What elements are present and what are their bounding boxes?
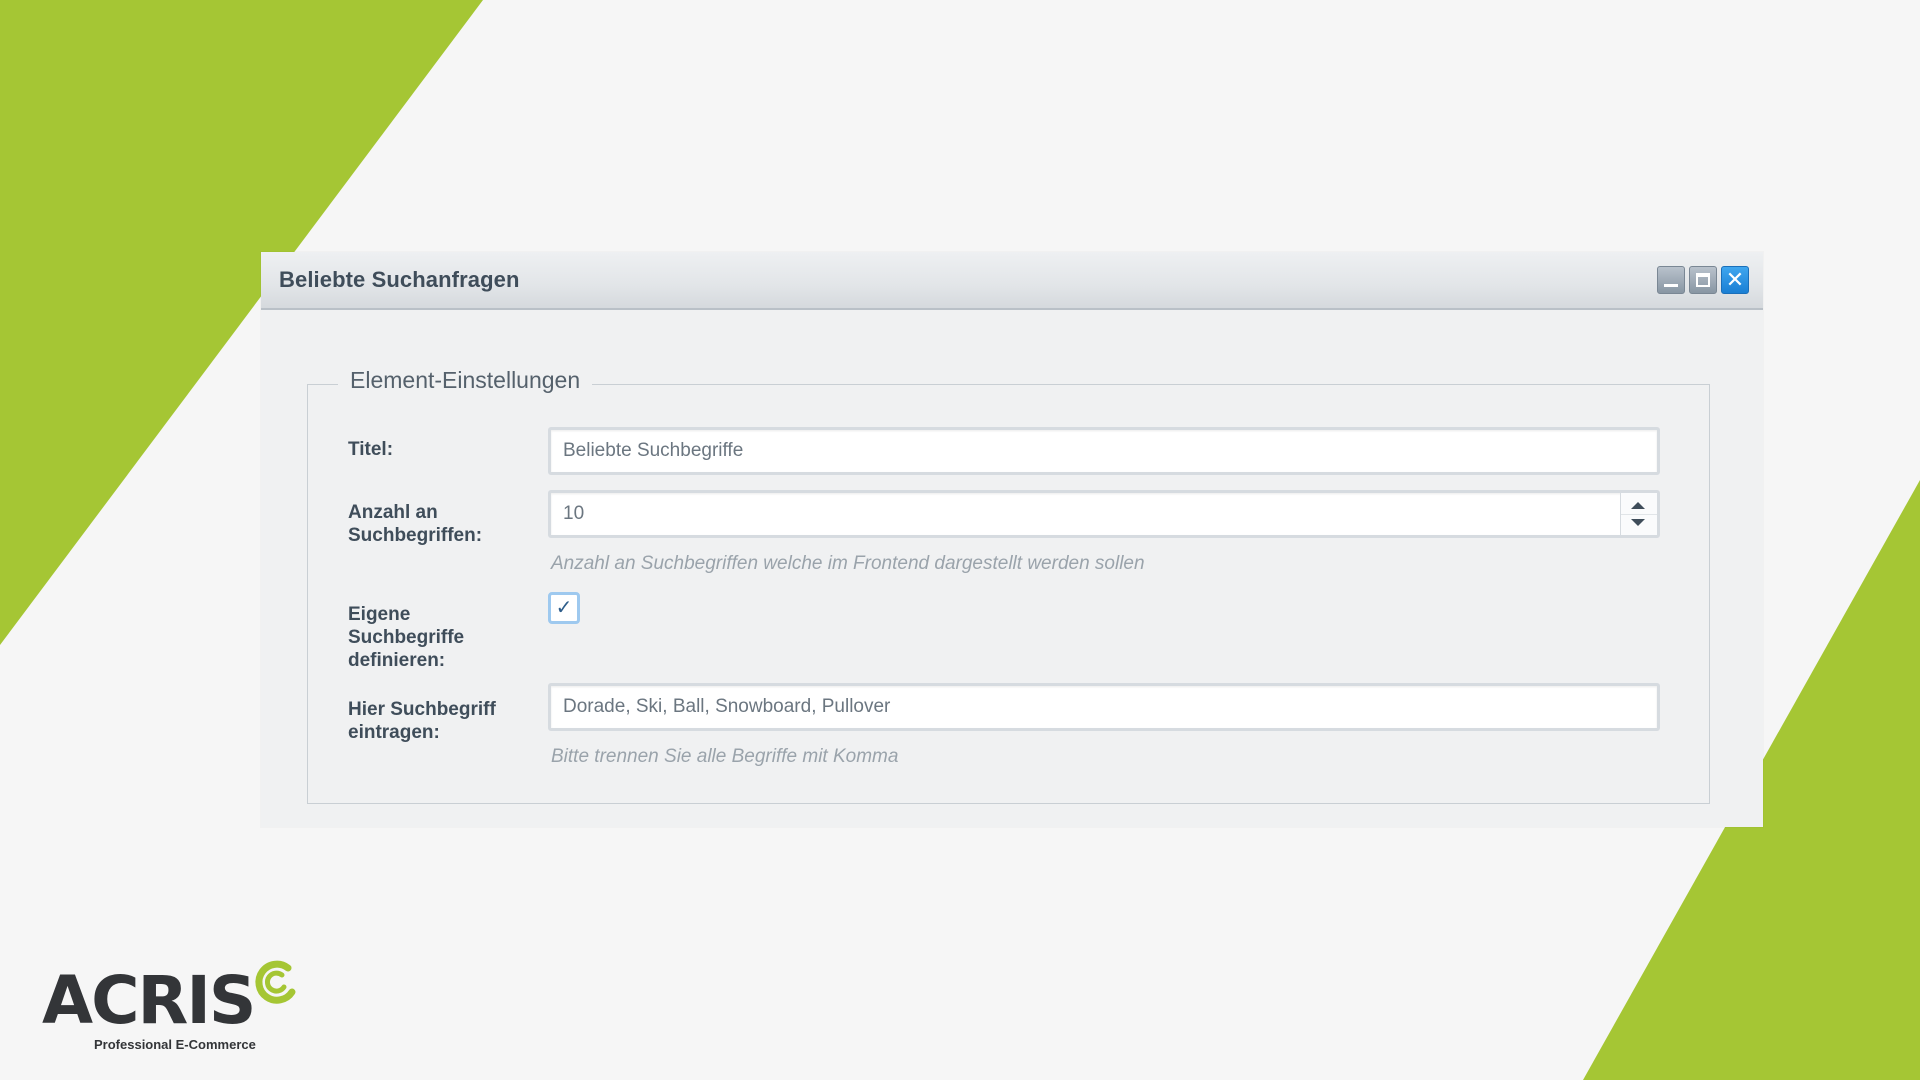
element-settings-fieldset: Element-Einstellungen Titel: Beliebte Su…: [307, 367, 1710, 804]
window-titlebar[interactable]: Beliebte Suchanfragen ✕: [261, 252, 1763, 310]
terms-label: Hier Suchbegriff eintragen:: [348, 699, 496, 743]
count-input[interactable]: 10: [548, 490, 1660, 538]
custom-terms-checkbox[interactable]: ✓: [548, 592, 580, 624]
close-icon[interactable]: ✕: [1721, 266, 1749, 294]
minimize-icon[interactable]: [1657, 266, 1685, 294]
title-label: Titel:: [348, 439, 394, 460]
logo-wordmark: ACRIS: [42, 962, 256, 1039]
terms-input[interactable]: Dorade, Ski, Ball, Snowboard, Pullover: [548, 683, 1660, 731]
arrow-up-icon[interactable]: [1631, 502, 1645, 509]
title-input[interactable]: Beliebte Suchbegriffe: [548, 427, 1660, 475]
settings-window: Beliebte Suchanfragen ✕ Element-Einstell…: [261, 252, 1763, 827]
custom-terms-label: Eigene Suchbegriffe definieren:: [348, 604, 465, 671]
arrow-down-icon[interactable]: [1631, 519, 1645, 526]
logo-swirl-icon: [255, 960, 296, 1004]
count-label: Anzahl an Suchbegriffen:: [348, 502, 483, 546]
window-title: Beliebte Suchanfragen: [279, 267, 520, 292]
terms-help-text: Bitte trennen Sie alle Begriffe mit Komm…: [551, 746, 899, 767]
count-stepper[interactable]: [1620, 493, 1657, 535]
count-value: 10: [563, 503, 585, 524]
stepper-divider: [1621, 514, 1657, 515]
fieldset-legend: Element-Einstellungen: [338, 367, 593, 394]
count-help-text: Anzahl an Suchbegriffen welche im Fronte…: [551, 553, 1145, 574]
maximize-icon[interactable]: [1689, 266, 1717, 294]
logo-tagline: Professional E-Commerce: [94, 1037, 256, 1052]
